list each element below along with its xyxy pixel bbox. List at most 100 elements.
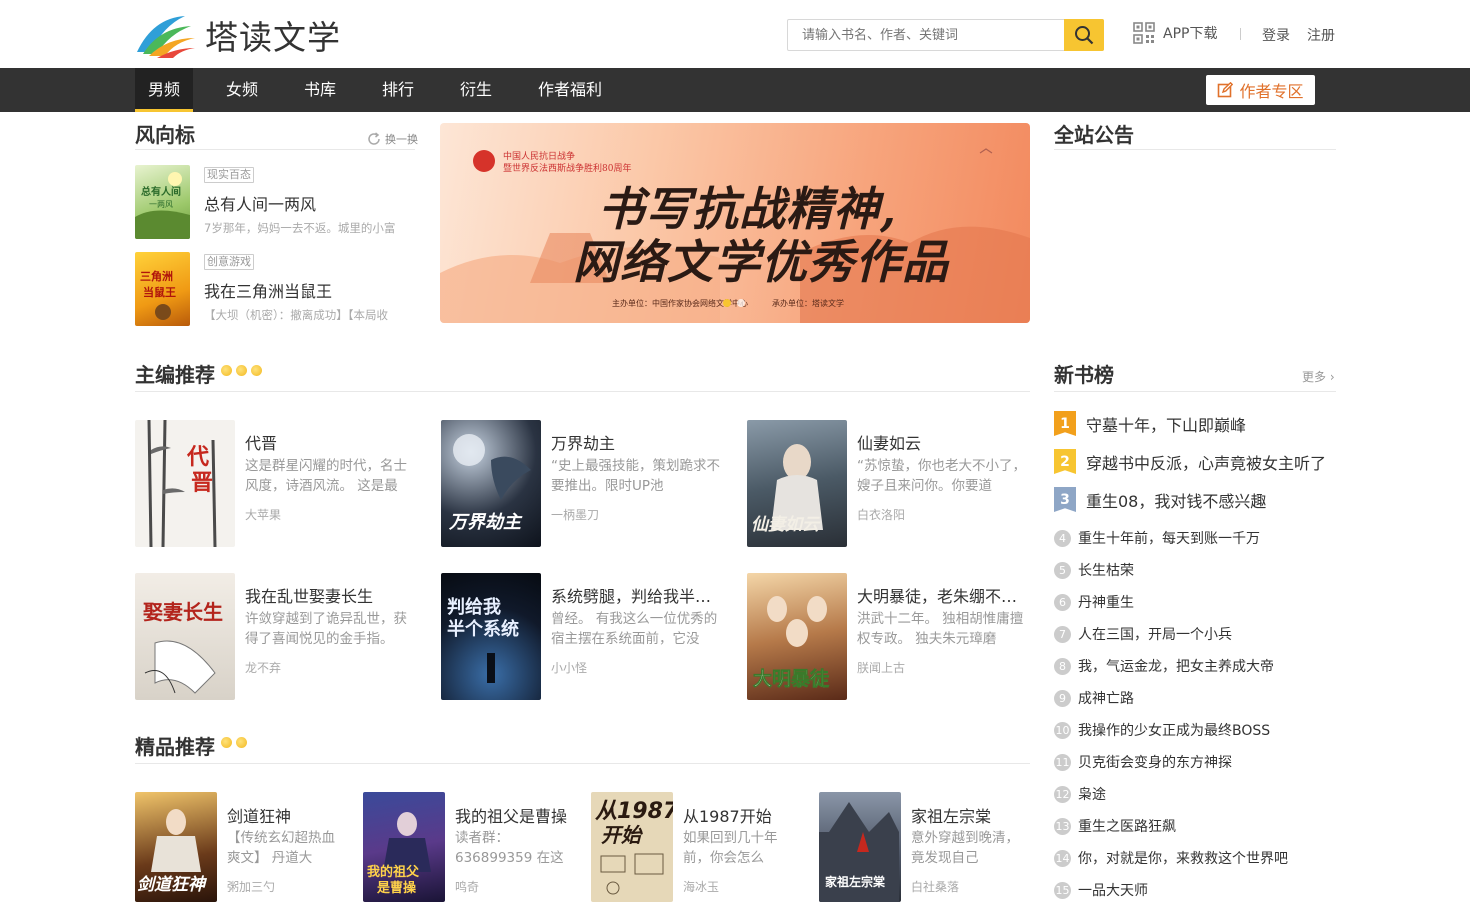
book-cover[interactable]: 总有人间 一两风 — [135, 165, 190, 239]
book-cover[interactable]: 判给我 半个系统 — [441, 573, 541, 700]
carousel-dot[interactable] — [723, 299, 731, 307]
book-card[interactable]: 我的祖父 是曹操 我的祖父是曹操 读者群：636899359 在这 鸣奇 — [363, 792, 583, 902]
rank-item[interactable]: 5 长生枯荣 — [1054, 560, 1336, 580]
book-author[interactable]: 粥加三勺 — [227, 878, 275, 895]
book-title[interactable]: 大明暴徒，老朱绷不住了 — [857, 583, 1027, 607]
book-card[interactable]: 代晋 代晋 这是群星闪耀的时代，名士风度，诗酒风流。 这是最 大苹果 — [135, 420, 420, 547]
svg-text:剑道狂神: 剑道狂神 — [137, 875, 208, 895]
rank-item[interactable]: 9 成神亡路 — [1054, 688, 1336, 708]
rank-item[interactable]: 12 枭途 — [1054, 784, 1336, 804]
rank-book-title[interactable]: 长生枯荣 — [1078, 560, 1333, 580]
rank-item[interactable]: 1 守墓十年，下山即巅峰 — [1054, 411, 1336, 436]
rank-item[interactable]: 13 重生之医路狂飙 — [1054, 816, 1336, 836]
rank-book-title[interactable]: 人在三国，开局一个小兵 — [1078, 624, 1333, 644]
rank-item[interactable]: 4 重生十年前，每天到账一千万 — [1054, 528, 1336, 548]
book-card[interactable]: 大明暴徒 大明暴徒，老朱绷不住了 洪武十二年。 独相胡惟庸擅权专政。 独夫朱元璋… — [747, 573, 1032, 700]
rank-book-title[interactable]: 重生08，我对钱不感兴趣 — [1086, 488, 1266, 512]
book-cover[interactable]: 家祖左宗棠 — [819, 792, 901, 902]
rank-book-title[interactable]: 贝克街会变身的东方神探 — [1078, 752, 1333, 772]
book-cover[interactable]: 代晋 — [135, 420, 235, 547]
book-title[interactable]: 我的祖父是曹操 — [455, 803, 575, 827]
rank-book-title[interactable]: 守墓十年，下山即巅峰 — [1086, 412, 1246, 436]
rank-book-title[interactable]: 枭途 — [1078, 784, 1333, 804]
nav-item-male[interactable]: 男频 — [135, 68, 193, 112]
rank-book-title[interactable]: 成神亡路 — [1078, 688, 1333, 708]
app-download-link[interactable]: APP下载 — [1133, 22, 1217, 44]
rank-item[interactable]: 6 丹神重生 — [1054, 592, 1336, 612]
book-cover[interactable]: 三角洲 当鼠王 — [135, 252, 190, 326]
rank-book-title[interactable]: 穿越书中反派，心声竟被女主听了 — [1086, 450, 1326, 474]
book-title[interactable]: 代晋 — [245, 430, 415, 454]
book-title[interactable]: 总有人间一两风 — [204, 191, 316, 215]
svg-text:家祖左宗棠: 家祖左宗棠 — [825, 874, 886, 889]
rank-book-title[interactable]: 重生十年前，每天到账一千万 — [1078, 528, 1333, 548]
book-card[interactable]: 家祖左宗棠 家祖左宗棠 意外穿越到晚清，竟发现自己 白社桑落 — [819, 792, 1039, 902]
book-title[interactable]: 系统劈腿，判给我半个系统 — [551, 583, 721, 607]
rank-book-title[interactable]: 丹神重生 — [1078, 592, 1333, 612]
book-card[interactable]: 万界劫主 万界劫主 “史上最强技能，策划跪求不要推出。限时UP池 一柄墨刀 — [441, 420, 726, 547]
rank-book-title[interactable]: 我操作的少女正成为最终BOSS — [1078, 720, 1333, 740]
divider — [1054, 391, 1336, 392]
book-cover[interactable]: 剑道狂神 — [135, 792, 217, 902]
book-cover[interactable]: 仙妻如云 — [747, 420, 847, 547]
book-author[interactable]: 龙不弃 — [245, 659, 281, 676]
login-link[interactable]: 登录 — [1262, 25, 1290, 45]
book-title[interactable]: 从1987开始 — [683, 803, 803, 827]
book-title[interactable]: 我在三角洲当鼠王 — [204, 278, 332, 302]
rank-book-title[interactable]: 我，气运金龙，把女主养成大帝 — [1078, 656, 1333, 676]
book-author[interactable]: 海冰玉 — [683, 878, 719, 895]
book-cover[interactable]: 从1987 开始 — [591, 792, 673, 902]
more-link[interactable]: 更多 › — [1302, 368, 1335, 385]
rank-book-title[interactable]: 重生之医路狂飙 — [1078, 816, 1333, 836]
book-author[interactable]: 白衣洛阳 — [857, 506, 905, 523]
book-cover[interactable]: 我的祖父 是曹操 — [363, 792, 445, 902]
rank-item[interactable]: 8 我，气运金龙，把女主养成大帝 — [1054, 656, 1336, 676]
book-card[interactable]: 从1987 开始 从1987开始 如果回到几十年前，你会怎么 海冰玉 — [591, 792, 811, 902]
rank-book-title[interactable]: 你，对就是你，来救救这个世界吧 — [1078, 848, 1333, 868]
book-card[interactable]: 娶妻长生 我在乱世娶妻长生 许敛穿越到了诡异乱世，获得了喜闻悦见的金手指。 龙不… — [135, 573, 420, 700]
rank-item[interactable]: 15 一品大天师 — [1054, 880, 1336, 900]
book-card[interactable]: 仙妻如云 仙妻如云 “苏惊蛰，你也老大不小了，嫂子且来问你。你要道 白衣洛阳 — [747, 420, 1032, 547]
search-input[interactable] — [788, 20, 1064, 50]
book-cover[interactable]: 大明暴徒 — [747, 573, 847, 700]
rank-item[interactable]: 7 人在三国，开局一个小兵 — [1054, 624, 1336, 644]
book-author[interactable]: 白社桑落 — [911, 878, 959, 895]
category-tag[interactable]: 现实百态 — [204, 167, 254, 183]
divider — [135, 149, 415, 150]
search-button[interactable] — [1064, 19, 1104, 51]
rank-item[interactable]: 3 重生08，我对钱不感兴趣 — [1054, 487, 1336, 512]
book-title[interactable]: 家祖左宗棠 — [911, 803, 1031, 827]
nav-item-author-benefits[interactable]: 作者福利 — [530, 68, 610, 112]
category-tag[interactable]: 创意游戏 — [204, 254, 254, 270]
book-card[interactable]: 判给我半个系统 系统劈腿，判给我半个系统 曾经。 有我这么一位优秀的宿主摆在系统… — [441, 573, 726, 700]
rank-item[interactable]: 11 贝克街会变身的东方神探 — [1054, 752, 1336, 772]
fengxiang-item[interactable]: 总有人间 一两风 现实百态 总有人间一两风 7岁那年，妈妈一去不返。城里的小富 — [135, 165, 415, 240]
book-title[interactable]: 我在乱世娶妻长生 — [245, 583, 415, 607]
rank-item[interactable]: 10 我操作的少女正成为最终BOSS — [1054, 720, 1336, 740]
book-card[interactable]: 剑道狂神 剑道狂神 【传统玄幻超热血爽文】 丹道大 粥加三勺 — [135, 792, 355, 902]
book-author[interactable]: 朕闻上古 — [857, 659, 905, 676]
book-author[interactable]: 一柄墨刀 — [551, 506, 599, 523]
nav-item-library[interactable]: 书库 — [295, 68, 345, 112]
rank-item[interactable]: 14 你，对就是你，来救救这个世界吧 — [1054, 848, 1336, 868]
nav-item-female[interactable]: 女频 — [217, 68, 267, 112]
promo-banner[interactable]: 中国人民抗日战争 暨世界反法西斯战争胜利80周年 书写抗战精神, 网络文学优秀作品… — [440, 123, 1030, 323]
fengxiang-item[interactable]: 三角洲 当鼠王 创意游戏 我在三角洲当鼠王 【大坝（机密）：撤离成功】【本局收 — [135, 252, 415, 327]
nav-item-derivative[interactable]: 衍生 — [451, 68, 501, 112]
site-logo[interactable]: 塔读文学 — [135, 12, 345, 58]
book-author[interactable]: 鸣奇 — [455, 878, 479, 895]
register-link[interactable]: 注册 — [1307, 25, 1335, 45]
book-cover[interactable]: 万界劫主 — [441, 420, 541, 547]
refresh-button[interactable]: 换一换 — [367, 131, 418, 147]
book-title[interactable]: 仙妻如云 — [857, 430, 1027, 454]
book-author[interactable]: 大苹果 — [245, 506, 281, 523]
rank-item[interactable]: 2 穿越书中反派，心声竟被女主听了 — [1054, 449, 1336, 474]
book-title[interactable]: 万界劫主 — [551, 430, 721, 454]
book-cover[interactable]: 娶妻长生 — [135, 573, 235, 700]
nav-item-ranking[interactable]: 排行 — [373, 68, 423, 112]
book-author[interactable]: 小小怪 — [551, 659, 587, 676]
carousel-dot[interactable] — [737, 299, 745, 307]
book-title[interactable]: 剑道狂神 — [227, 803, 347, 827]
author-zone-button[interactable]: 作者专区 — [1206, 75, 1315, 105]
rank-book-title[interactable]: 一品大天师 — [1078, 880, 1333, 900]
